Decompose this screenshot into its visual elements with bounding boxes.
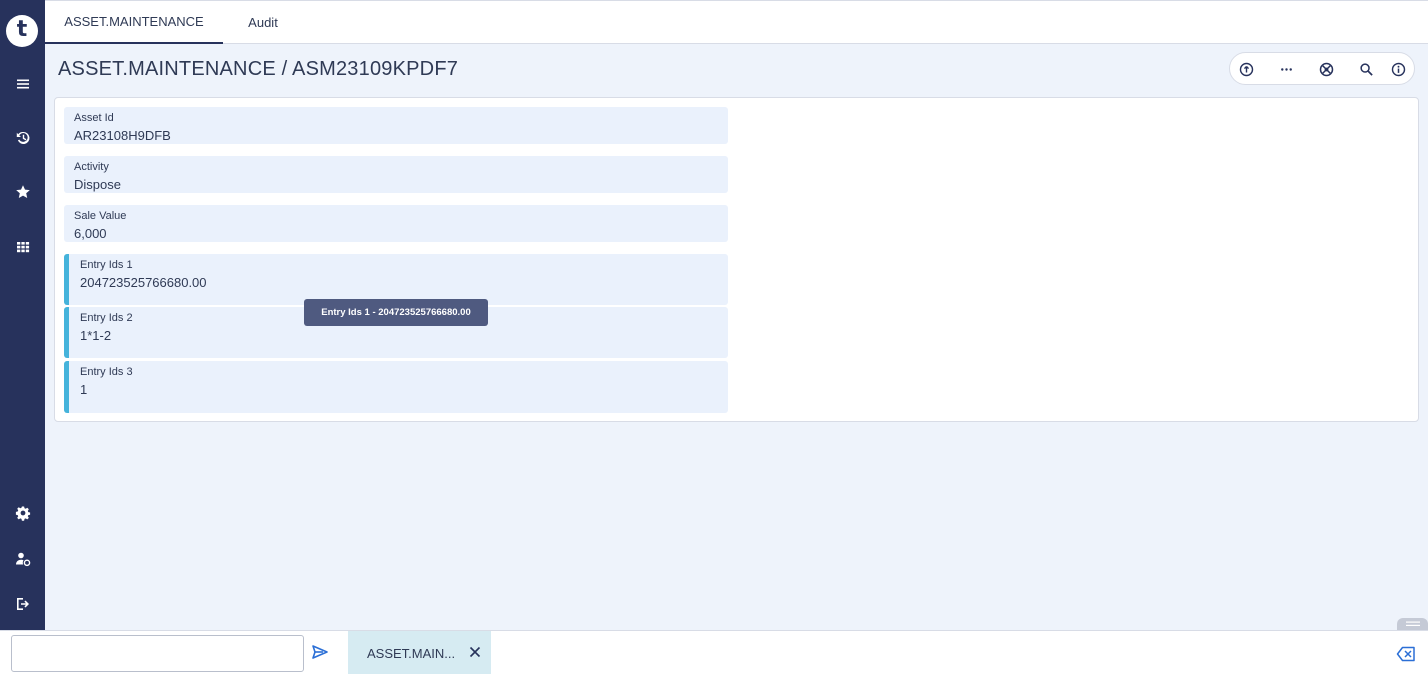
- field-tooltip: Entry Ids 1 - 204723525766680.00: [304, 299, 488, 326]
- record-toolbar: [1229, 52, 1415, 85]
- settings-icon[interactable]: [0, 498, 45, 528]
- clear-icon[interactable]: [1396, 646, 1416, 662]
- info-icon[interactable]: [1388, 59, 1408, 79]
- field-value: 204723525766680.00: [80, 275, 207, 290]
- sidebar: t: [0, 0, 45, 630]
- field-label: Entry Ids 1: [80, 259, 133, 271]
- open-tab-asset-maintenance[interactable]: ASSET.MAIN...: [348, 631, 491, 674]
- app-logo[interactable]: t: [6, 15, 38, 47]
- field-asset-id[interactable]: Asset Id AR23108H9DFB: [64, 107, 728, 144]
- field-entry-ids-1[interactable]: Entry Ids 1 204723525766680.00: [64, 254, 728, 305]
- field-value: 6,000: [74, 226, 107, 241]
- field-label: Activity: [74, 161, 109, 173]
- user-settings-icon[interactable]: [0, 544, 45, 574]
- field-value: 1*1-2: [80, 328, 112, 343]
- field-label: Asset Id: [74, 112, 114, 124]
- grid-icon[interactable]: [0, 232, 45, 262]
- field-entry-ids-3[interactable]: Entry Ids 3 1: [64, 361, 728, 413]
- send-icon[interactable]: [311, 643, 329, 661]
- tab-asset-maintenance[interactable]: ASSET.MAINTENANCE: [45, 1, 223, 44]
- field-label: Entry Ids 3: [80, 366, 133, 378]
- tab-bar: ASSET.MAINTENANCE Audit: [45, 0, 1428, 44]
- bottom-bar: ASSET.MAIN...: [0, 630, 1428, 674]
- close-icon[interactable]: [468, 645, 482, 659]
- open-tab-label: ASSET.MAIN...: [367, 646, 456, 661]
- field-sale-value[interactable]: Sale Value 6,000: [64, 205, 728, 242]
- globe-icon[interactable]: [1316, 59, 1336, 79]
- add-circle-icon[interactable]: [1236, 59, 1256, 79]
- field-value: AR23108H9DFB: [74, 128, 171, 143]
- search-icon[interactable]: [1356, 59, 1376, 79]
- field-activity[interactable]: Activity Dispose: [64, 156, 728, 193]
- logout-icon[interactable]: [0, 589, 45, 619]
- field-label: Entry Ids 2: [80, 312, 133, 324]
- history-icon[interactable]: [0, 123, 45, 153]
- main-content: ASSET.MAINTENANCE / ASM23109KPDF7 Asset …: [45, 44, 1428, 630]
- record-card: Asset Id AR23108H9DFB Activity Dispose S…: [54, 97, 1419, 422]
- field-value: 1: [80, 382, 88, 397]
- field-value: Dispose: [74, 177, 121, 192]
- field-label: Sale Value: [74, 210, 127, 222]
- page-title: ASSET.MAINTENANCE / ASM23109KPDF7: [58, 58, 459, 80]
- menu-icon[interactable]: [0, 69, 45, 99]
- tab-audit[interactable]: Audit: [225, 1, 301, 44]
- command-input[interactable]: [11, 635, 304, 672]
- star-icon[interactable]: [0, 177, 45, 207]
- more-icon[interactable]: [1276, 59, 1296, 79]
- panel-resize-handle[interactable]: [1397, 618, 1428, 630]
- logo-letter: t: [16, 17, 28, 42]
